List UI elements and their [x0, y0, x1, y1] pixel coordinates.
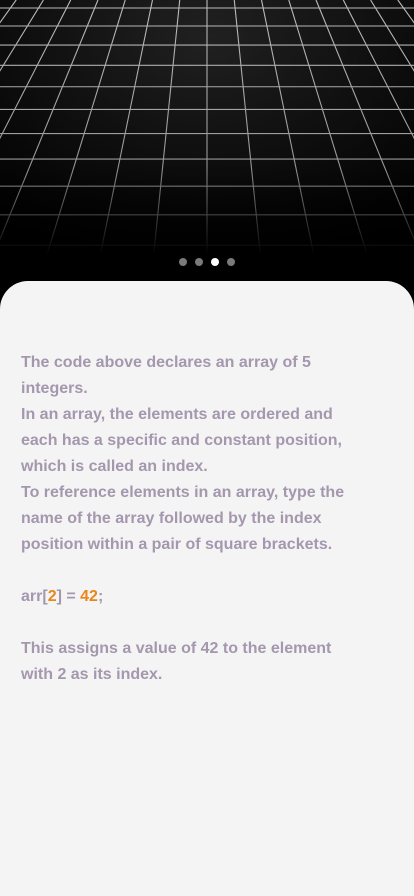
- hero-grid-image: [0, 0, 414, 300]
- grid-illustration: [0, 0, 414, 300]
- code-example: arr[2] = 42;: [21, 584, 366, 610]
- page-dot-3-active[interactable]: [211, 258, 219, 266]
- code-value: 42: [80, 588, 98, 605]
- code-index: 2: [47, 588, 57, 605]
- code-middle: ] =: [56, 588, 81, 605]
- content-sheet: The code above declares an array of 5 in…: [0, 281, 414, 896]
- page-dot-4[interactable]: [227, 258, 235, 266]
- code-suffix: ;: [97, 588, 104, 605]
- paragraph-assignment: This assigns a value of 42 to the elemen…: [21, 640, 332, 683]
- paragraph-reference: To reference elements in an array, type …: [21, 484, 345, 553]
- page-dot-1[interactable]: [179, 258, 187, 266]
- paragraph-declaration: The code above declares an array of 5 in…: [21, 354, 311, 397]
- page-dot-2[interactable]: [195, 258, 203, 266]
- page-indicator: [0, 258, 414, 266]
- paragraph-index: In an array, the elements are ordered an…: [21, 406, 342, 475]
- screen: The code above declares an array of 5 in…: [0, 0, 414, 896]
- code-prefix: arr[: [21, 588, 48, 605]
